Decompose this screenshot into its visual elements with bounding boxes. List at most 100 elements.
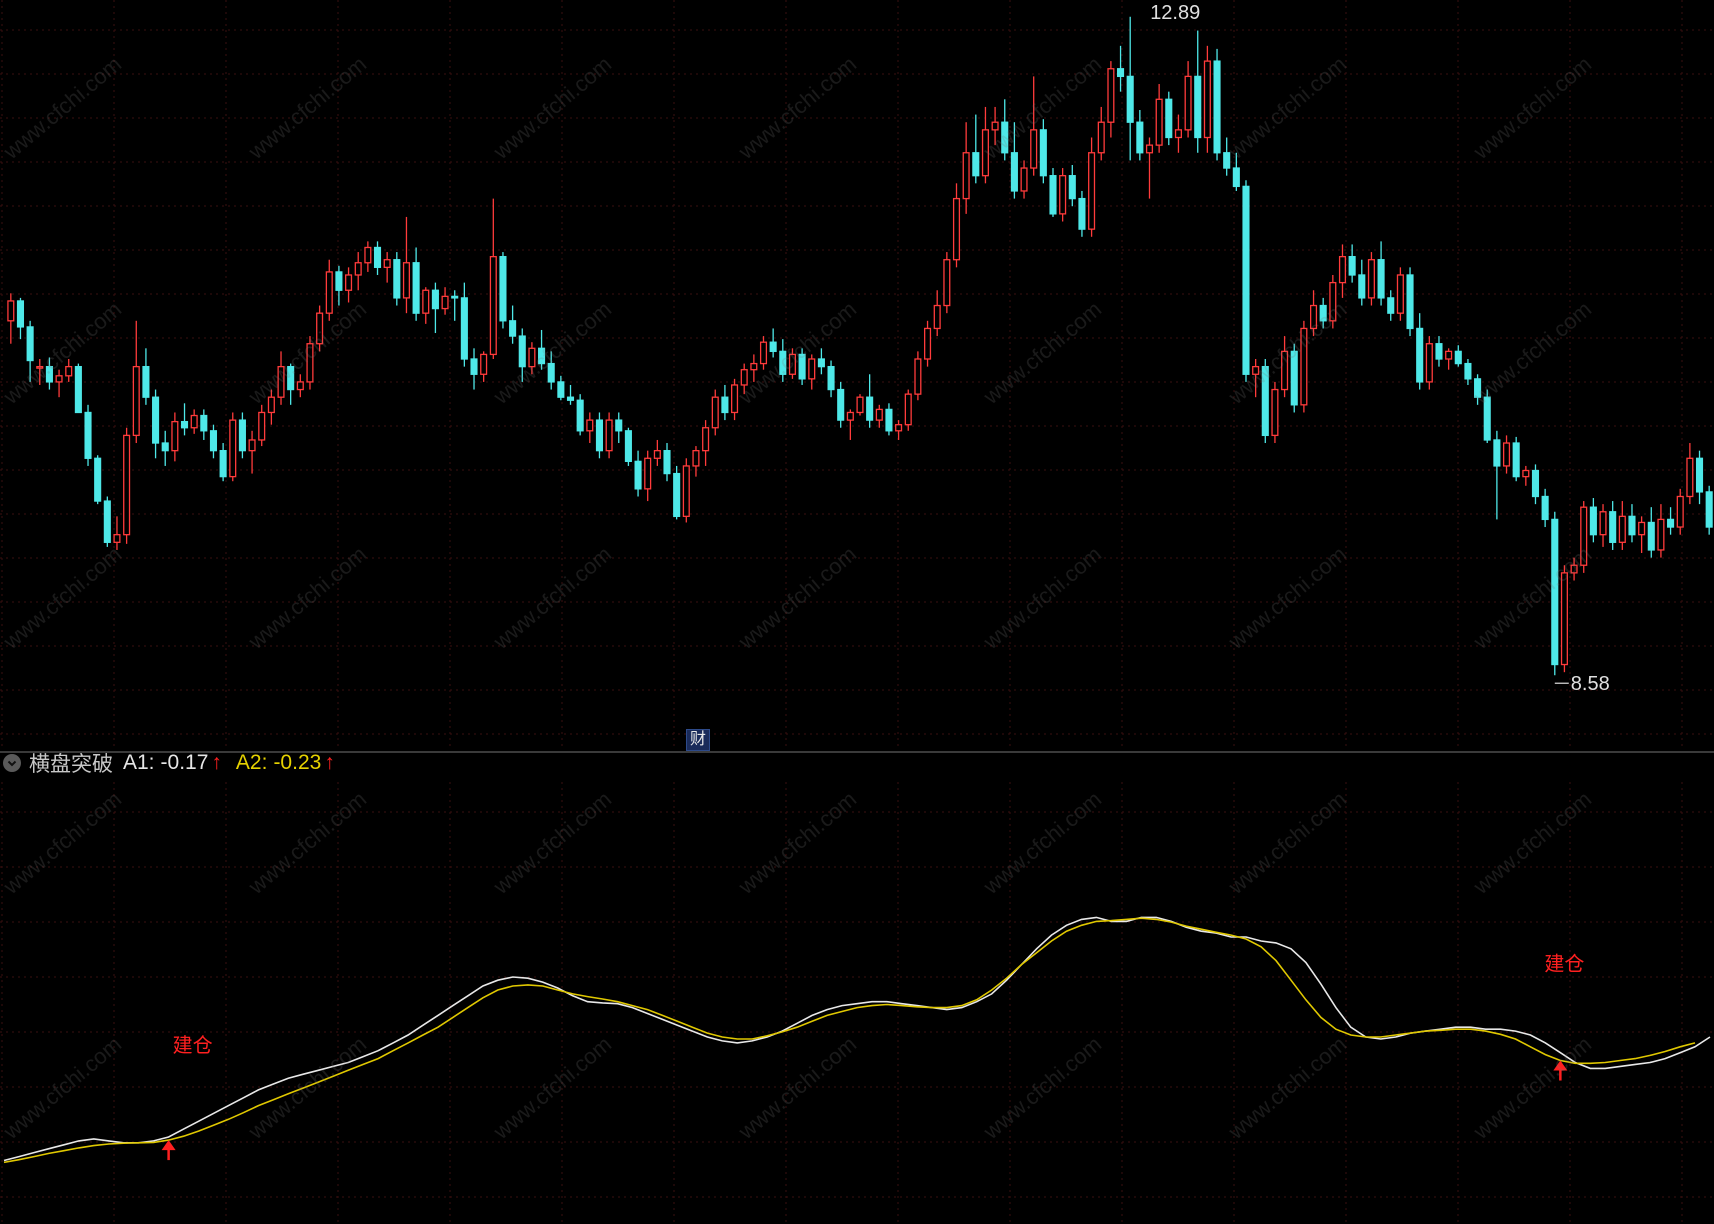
candle <box>1435 336 1443 367</box>
candle-body <box>1097 121 1105 154</box>
candle <box>431 282 439 334</box>
candle-body <box>1309 304 1318 330</box>
candle-body <box>557 381 565 398</box>
candle <box>788 348 796 379</box>
candle-body <box>325 271 333 314</box>
candle-body <box>1483 396 1491 441</box>
candle <box>1059 168 1067 222</box>
candle-body <box>1213 60 1221 154</box>
candle-body <box>113 534 121 543</box>
candle-body <box>547 362 555 383</box>
candle-body <box>402 262 411 299</box>
candle-body <box>373 246 382 268</box>
candle-body <box>653 450 661 459</box>
candle <box>1358 259 1366 306</box>
candle <box>808 354 816 390</box>
candle-body <box>1628 515 1636 536</box>
candle <box>325 259 333 321</box>
candle-body <box>1387 297 1395 314</box>
candle-body <box>1078 197 1086 230</box>
candle-body <box>431 289 439 310</box>
candle <box>1387 290 1395 321</box>
candle-body <box>26 326 34 362</box>
candle-body <box>962 152 970 200</box>
candle-body <box>788 353 796 375</box>
candle <box>1377 241 1385 306</box>
candle <box>441 287 449 315</box>
candle <box>1039 119 1047 184</box>
candle <box>229 412 237 482</box>
candle-body <box>1319 304 1327 322</box>
candle <box>1010 122 1018 199</box>
candle <box>1203 45 1211 153</box>
candle <box>1300 320 1308 413</box>
candle <box>200 409 208 440</box>
candle-body <box>846 411 854 421</box>
finance-badge[interactable]: 财 <box>686 729 710 751</box>
candle-body <box>1667 518 1675 528</box>
candle <box>1020 160 1028 199</box>
candle-body <box>364 246 372 264</box>
candle-body <box>412 262 420 314</box>
candle-body <box>1290 350 1298 406</box>
candle-body <box>972 152 980 177</box>
candle-body <box>1531 469 1540 498</box>
candle-body <box>499 255 507 322</box>
candle <box>393 252 401 306</box>
candle <box>740 363 748 395</box>
candle <box>287 363 295 405</box>
candle-body <box>7 300 15 322</box>
series-a1-line <box>3 916 1711 1162</box>
candle-body <box>277 365 285 398</box>
candle <box>306 336 314 390</box>
candle-body <box>1068 175 1076 200</box>
candle-body <box>84 411 92 459</box>
buy-signal-label: 建仓 <box>1544 952 1584 976</box>
candle <box>1194 30 1202 153</box>
candle <box>1416 313 1424 390</box>
candle-body <box>480 353 488 375</box>
candle <box>759 336 768 370</box>
candle <box>711 389 719 436</box>
candle <box>132 320 140 444</box>
candle-body <box>837 388 845 421</box>
candle-body <box>489 255 497 356</box>
candle <box>1464 359 1472 385</box>
candle <box>798 348 806 385</box>
candle-body <box>1647 521 1655 551</box>
candle-body <box>94 457 102 502</box>
candle-body <box>1551 518 1559 666</box>
candle <box>615 412 623 444</box>
candle <box>1531 464 1540 505</box>
candle <box>1338 244 1347 298</box>
candle-body <box>45 365 53 383</box>
candle-body <box>682 465 690 517</box>
candle-body <box>750 362 758 371</box>
candle-body <box>393 259 401 299</box>
candle-body <box>306 343 314 383</box>
candle-body <box>152 396 160 444</box>
candle-body <box>209 430 218 452</box>
candle-body <box>1001 121 1009 154</box>
candle-body <box>238 419 246 452</box>
candle <box>1454 345 1462 367</box>
candle <box>933 290 941 337</box>
candle <box>605 412 613 459</box>
candle-body <box>345 274 353 291</box>
candle <box>528 342 536 375</box>
candle <box>1493 430 1501 520</box>
candle-body <box>586 419 594 432</box>
candle <box>190 409 198 434</box>
candle <box>518 328 526 382</box>
candle <box>1638 516 1646 554</box>
candle <box>74 363 82 414</box>
candle-body <box>856 396 864 414</box>
candle-body <box>258 411 266 441</box>
candle <box>1145 137 1154 199</box>
candle-body <box>943 259 951 307</box>
candle <box>422 287 430 324</box>
candle <box>1232 152 1240 191</box>
candle-body <box>1329 281 1337 322</box>
candle <box>219 443 227 482</box>
candle-body <box>1030 129 1038 169</box>
